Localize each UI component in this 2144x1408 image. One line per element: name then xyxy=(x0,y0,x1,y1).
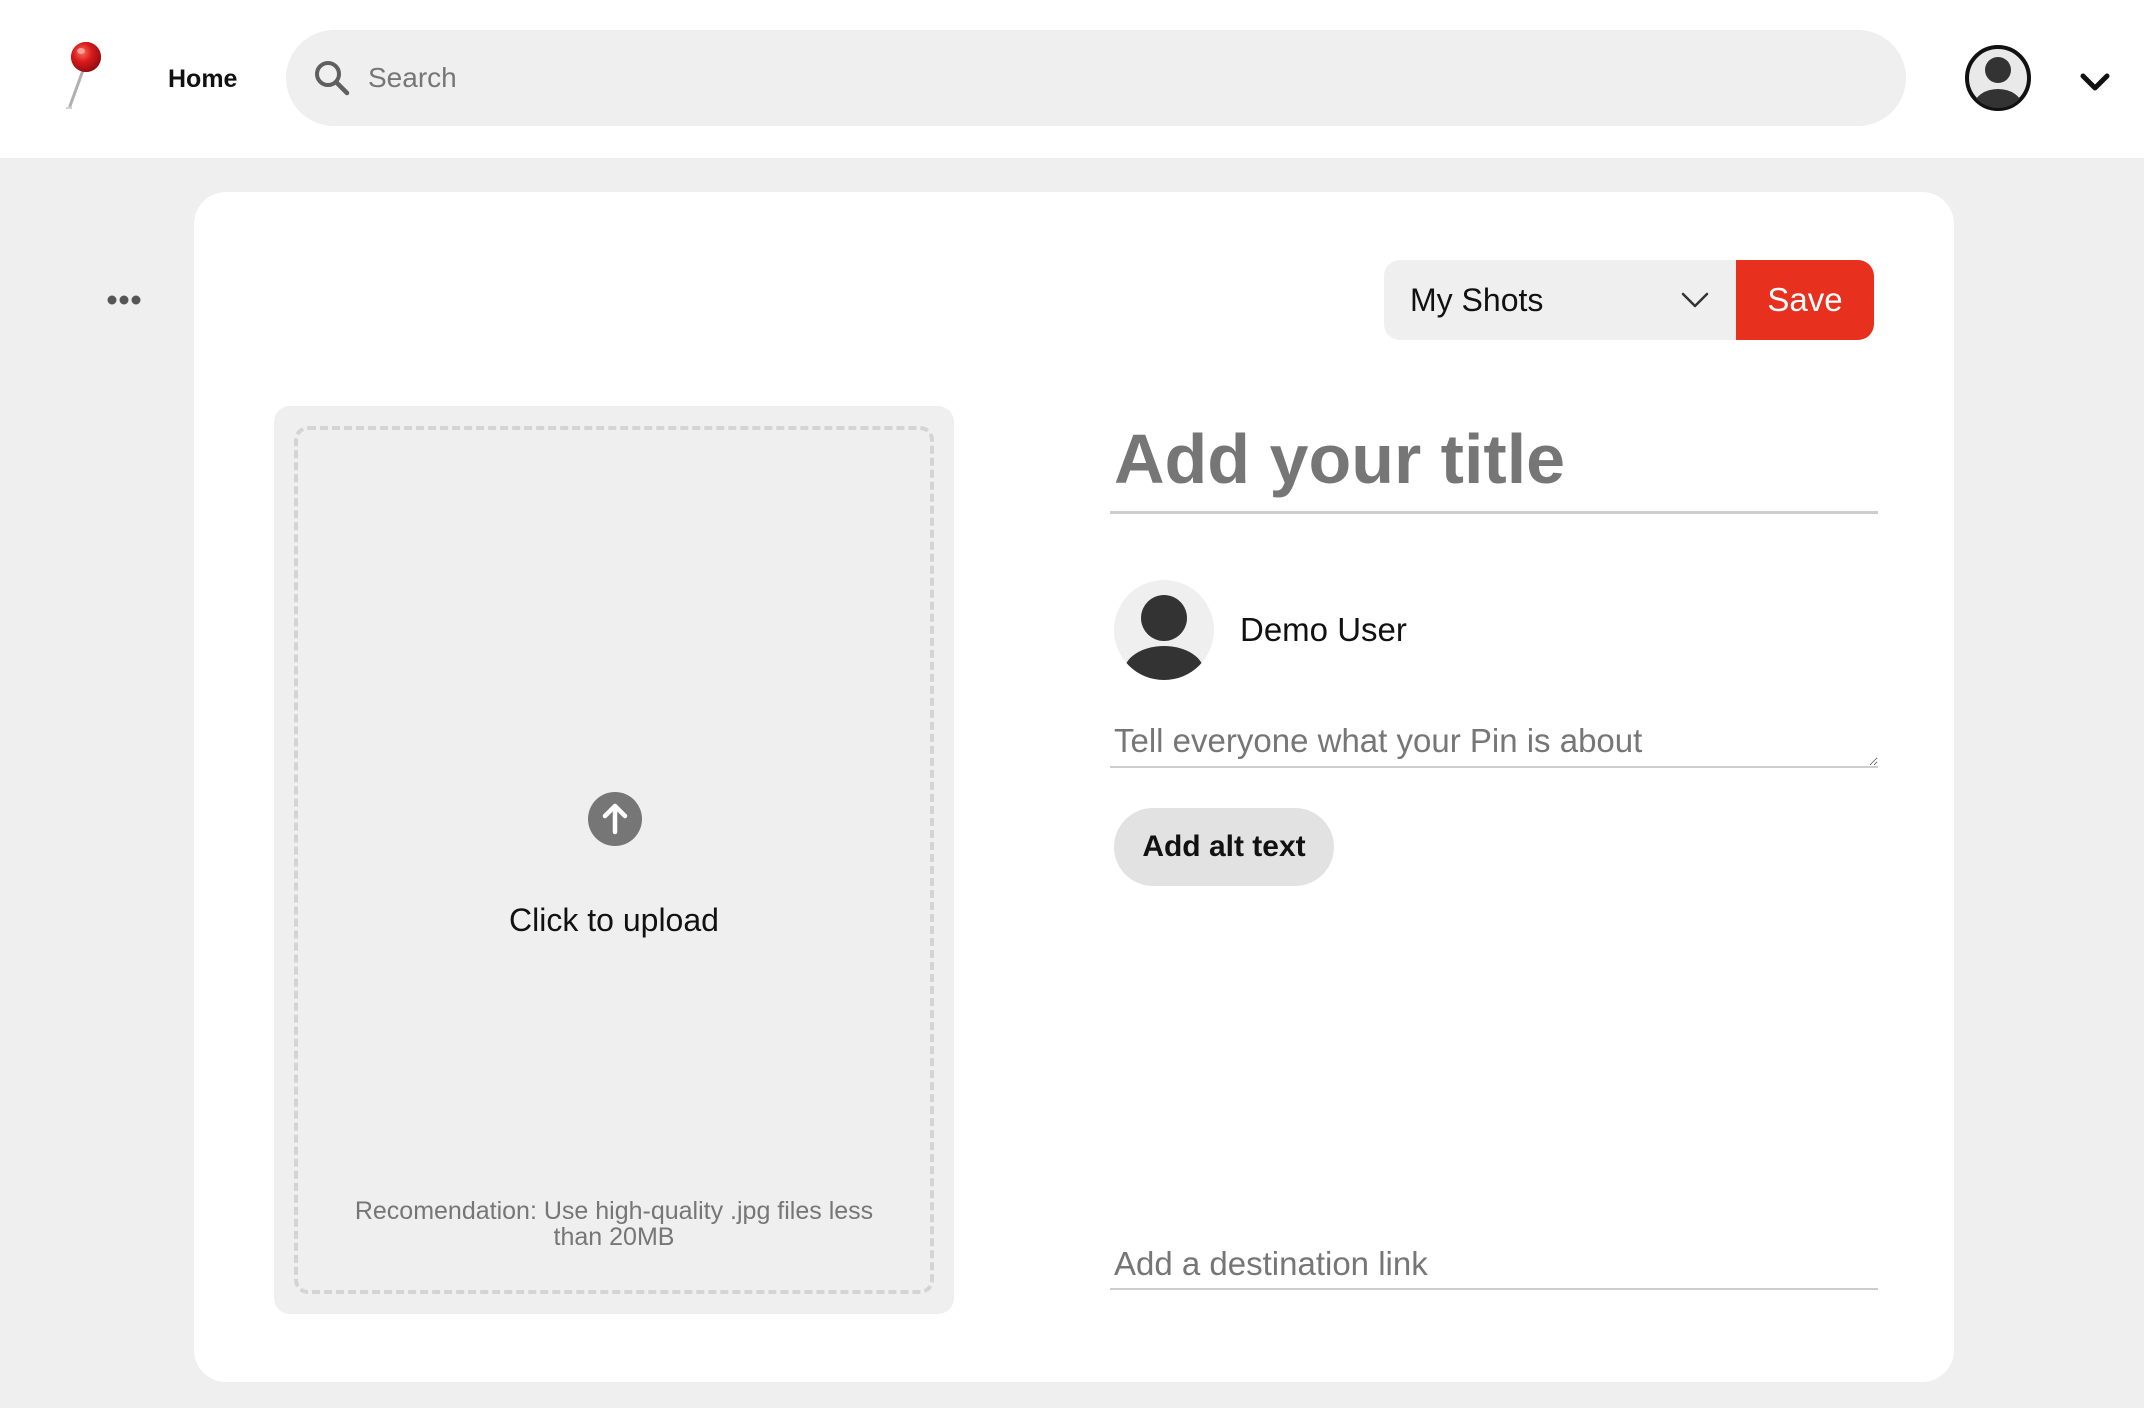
upload-dropzone-border xyxy=(294,426,934,1294)
nav-home-link[interactable]: Home xyxy=(150,54,255,104)
pushpin-logo-icon[interactable] xyxy=(60,40,110,112)
search-bar[interactable] xyxy=(286,30,1906,126)
save-button[interactable]: Save xyxy=(1736,260,1874,340)
image-upload-area[interactable]: Click to upload Recomendation: Use high-… xyxy=(274,406,954,1314)
user-avatar-icon xyxy=(1114,580,1214,680)
ellipsis-icon[interactable] xyxy=(92,278,152,322)
upload-recommendation-text: Recomendation: Use high-quality .jpg fil… xyxy=(354,1197,874,1251)
chevron-down-icon xyxy=(1680,288,1710,312)
search-input[interactable] xyxy=(366,30,1866,126)
pin-description-textarea[interactable] xyxy=(1110,716,1878,768)
account-avatar-icon[interactable] xyxy=(1964,44,2032,112)
board-select-dropdown[interactable]: My Shots xyxy=(1384,260,1736,340)
add-alt-text-button[interactable]: Add alt text xyxy=(1114,808,1334,886)
pin-title-input[interactable] xyxy=(1110,406,1878,514)
top-navigation-bar: Home xyxy=(0,0,2144,158)
upload-label: Click to upload xyxy=(509,902,719,938)
board-select-value: My Shots xyxy=(1410,282,1544,318)
arrow-up-circle-icon xyxy=(588,792,642,846)
chevron-down-icon[interactable] xyxy=(2078,70,2112,94)
destination-link-input[interactable] xyxy=(1110,1240,1878,1290)
user-name: Demo User xyxy=(1240,611,1407,648)
search-icon xyxy=(312,58,352,98)
